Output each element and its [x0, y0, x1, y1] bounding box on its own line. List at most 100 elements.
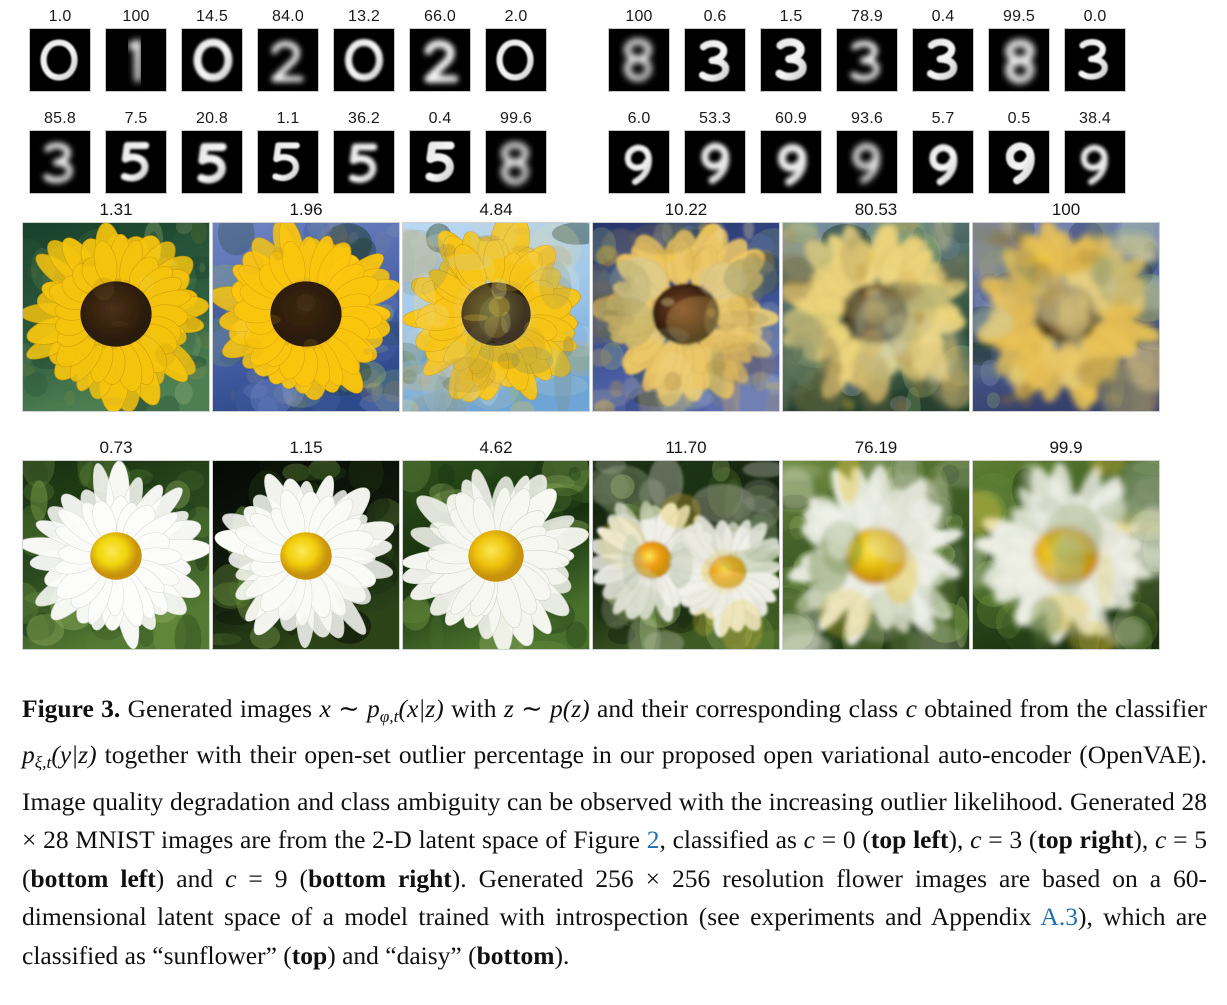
- mnist-cell: 100: [608, 6, 670, 92]
- flower-cell: 0.73: [22, 436, 210, 650]
- link-appendix-a3[interactable]: A.3: [1040, 902, 1078, 931]
- caption-b2: top right: [1037, 825, 1134, 855]
- caption-m23: c: [225, 863, 237, 893]
- sunflower-sample-image: [972, 222, 1160, 412]
- mnist-cell: 1.0: [29, 6, 91, 92]
- figure-3-panel: 1.0 100 14.5 84.0 13.2 66.0 2.0 100 0.6 1.5 78.9 0.…: [0, 0, 1227, 1005]
- outlier-percentage-label: 99.5: [1003, 8, 1035, 25]
- mnist-sample-image: [29, 28, 91, 92]
- outlier-percentage-label: 80.53: [854, 200, 898, 219]
- caption-s10: ),: [948, 825, 971, 855]
- flower-cell: 1.96: [212, 198, 400, 412]
- mnist-sample-image: [333, 130, 395, 194]
- outlier-percentage-label: 36.2: [348, 110, 380, 127]
- mnist-cell: 93.6: [836, 108, 898, 194]
- outlier-percentage-label: 93.6: [851, 110, 883, 127]
- daisy-sample-image: [972, 460, 1160, 650]
- sunflower-sample-image: [22, 222, 210, 412]
- outlier-percentage-label: 0.73: [99, 438, 133, 457]
- caption-m14: p: [22, 740, 35, 770]
- caption-b3: bottom left: [30, 863, 156, 893]
- mnist-cell: 1.1: [257, 108, 319, 194]
- outlier-percentage-label: 0.4: [931, 8, 955, 25]
- caption-s4: ∼: [513, 694, 550, 723]
- link-figure-2[interactable]: 2: [647, 825, 660, 854]
- mnist-sample-image: [105, 28, 167, 92]
- mnist-cell: 53.3: [684, 108, 746, 194]
- caption-s6: obtained from the classifier: [916, 694, 1208, 723]
- daisy-sample-image: [402, 460, 590, 650]
- mnist-sample-image: [988, 130, 1050, 194]
- caption-s2: ∼: [330, 694, 367, 723]
- mnist-sample-image: [257, 28, 319, 92]
- caption-m18: z: [78, 740, 89, 770]
- outlier-percentage-label: 1.15: [289, 438, 323, 457]
- outlier-percentage-label: 5.7: [931, 110, 955, 127]
- outlier-percentage-label: 53.3: [699, 110, 731, 127]
- mnist-group-top-right-class-3: 100 0.6 1.5 78.9 0.4 99.5 0.0: [608, 6, 1126, 106]
- caption-b5: top: [291, 940, 328, 970]
- caption-pyz-term: pξ,t(y|z): [22, 740, 97, 772]
- caption-m6: z: [425, 694, 436, 723]
- caption-m21: c: [970, 825, 982, 855]
- outlier-percentage-label: 0.5: [1007, 110, 1031, 127]
- caption-s5: and their corresponding class: [589, 694, 906, 723]
- caption-b6: bottom: [476, 940, 555, 970]
- outlier-percentage-label: 4.84: [479, 200, 513, 219]
- caption-m20: c: [803, 825, 815, 855]
- caption-m19: ): [88, 740, 97, 770]
- outlier-percentage-label: 1.0: [48, 8, 72, 25]
- sunflower-sample-image: [212, 222, 400, 412]
- daisy-sample-image: [22, 460, 210, 650]
- mnist-cell: 0.0: [1064, 6, 1126, 92]
- outlier-percentage-label: 1.1: [276, 110, 300, 127]
- flower-cell: 1.31: [22, 198, 210, 412]
- mnist-cell: 85.8: [29, 108, 91, 194]
- flower-cell: 80.53: [782, 198, 970, 412]
- mnist-cell: 60.9: [760, 108, 822, 194]
- caption-m16: y: [59, 740, 72, 770]
- sunflower-sample-image: [592, 222, 780, 412]
- outlier-percentage-label: 7.5: [124, 110, 148, 127]
- daisy-sample-image: [212, 460, 400, 650]
- caption-m15: (: [51, 740, 60, 770]
- caption-m10: (: [562, 694, 572, 723]
- mnist-cell: 0.4: [912, 6, 974, 92]
- outlier-percentage-label: 11.70: [665, 438, 707, 457]
- outlier-percentage-label: 1.5: [779, 8, 803, 25]
- caption-b4: bottom right: [308, 863, 452, 893]
- mnist-sample-image: [608, 130, 670, 194]
- caption-s14: ) and: [155, 863, 226, 893]
- daisy-row: 0.73 1.15 4.62 11.70 76.19 99.9: [0, 436, 1227, 658]
- mnist-sample-image: [181, 130, 243, 194]
- mnist-sample-image: [836, 130, 898, 194]
- caption-s12: ),: [1133, 825, 1156, 855]
- mnist-group-bottom-right-class-9: 6.0 53.3 60.9 93.6 5.7 0.5 38.4: [608, 108, 1126, 208]
- mnist-sample-image: [485, 130, 547, 194]
- mnist-cell: 38.4: [1064, 108, 1126, 194]
- caption-s3: with: [443, 694, 504, 723]
- outlier-percentage-label: 60.9: [775, 110, 807, 127]
- caption-s11: = 3 (: [981, 825, 1038, 855]
- outlier-percentage-label: 1.31: [99, 200, 133, 219]
- mnist-cell: 5.7: [912, 108, 974, 194]
- outlier-percentage-label: 66.0: [424, 8, 456, 25]
- outlier-percentage-label: 1.96: [289, 200, 323, 219]
- mnist-cell: 1.5: [760, 6, 822, 92]
- mnist-cell: 66.0: [409, 6, 471, 92]
- flower-cell: 4.62: [402, 436, 590, 650]
- mnist-sample-image: [29, 130, 91, 194]
- flower-cell: 76.19: [782, 436, 970, 650]
- daisy-sample-image: [782, 460, 970, 650]
- outlier-percentage-label: 100: [1051, 200, 1081, 219]
- daisy-sample-image: [592, 460, 780, 650]
- outlier-percentage-label: 85.8: [44, 110, 76, 127]
- mnist-cell: 0.4: [409, 108, 471, 194]
- mnist-sample-image: [912, 28, 974, 92]
- caption-m13: c: [905, 694, 917, 723]
- caption-s19: ).: [554, 940, 570, 970]
- caption-m4: x: [406, 694, 419, 723]
- outlier-percentage-label: 0.6: [703, 8, 727, 25]
- outlier-percentage-label: 100: [625, 8, 653, 25]
- flower-cell: 4.84: [402, 198, 590, 412]
